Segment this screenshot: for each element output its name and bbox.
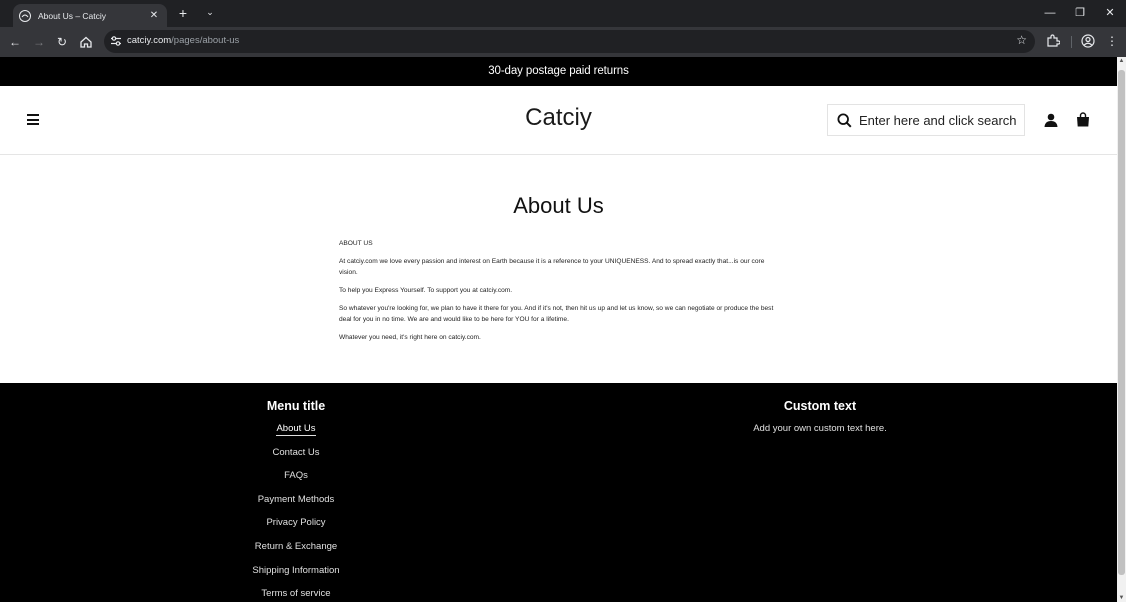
footer-custom-title: Custom text bbox=[783, 399, 857, 413]
site-favicon-icon bbox=[19, 9, 31, 22]
footer-menu-title: Menu title bbox=[266, 399, 326, 413]
tab-title: About Us – Catciy bbox=[38, 10, 107, 21]
footer-link-label: Contact Us bbox=[272, 446, 320, 458]
footer-link-label: About Us bbox=[276, 423, 316, 436]
footer-link-return-exchange[interactable]: Return & Exchange bbox=[196, 540, 396, 564]
page-viewport: 30-day postage paid returns Catciy About… bbox=[0, 57, 1117, 602]
toolbar-divider bbox=[1071, 36, 1072, 48]
browser-menu-kebab-icon[interactable]: ⋮ bbox=[1105, 34, 1119, 48]
shopping-bag-icon[interactable] bbox=[1076, 112, 1090, 127]
url-text: catciy.com/pages/about-us bbox=[127, 35, 239, 46]
reload-icon[interactable]: ↻ bbox=[55, 35, 69, 49]
search-icon[interactable] bbox=[837, 113, 852, 128]
footer-link-terms-of-service[interactable]: Terms of service bbox=[196, 587, 396, 602]
footer-link-label: Terms of service bbox=[261, 588, 331, 600]
url-path: /pages/about-us bbox=[171, 35, 240, 46]
footer-link-privacy-policy[interactable]: Privacy Policy bbox=[196, 516, 396, 540]
about-paragraph: To help you Express Yourself. To support… bbox=[339, 287, 513, 294]
back-arrow-icon[interactable]: ← bbox=[8, 35, 22, 49]
account-user-icon[interactable] bbox=[1044, 113, 1058, 127]
footer-link-shipping-information[interactable]: Shipping Information bbox=[196, 564, 396, 588]
footer-custom-text: Custom text Add your own custom text her… bbox=[720, 398, 920, 436]
footer-link-faqs[interactable]: FAQs bbox=[196, 469, 396, 493]
footer-link-about-us[interactable]: About Us bbox=[196, 422, 396, 446]
close-window-icon[interactable]: ✕ bbox=[1103, 6, 1117, 20]
footer-link-contact-us[interactable]: Contact Us bbox=[196, 446, 396, 470]
tab-list-chevron-icon[interactable]: ⌄ bbox=[204, 7, 216, 18]
main-content: About Us ABOUT US At catciy.com we love … bbox=[0, 155, 1117, 383]
footer-link-label: FAQs bbox=[284, 470, 308, 482]
about-paragraph: So whatever you're looking for, we plan … bbox=[339, 305, 774, 323]
about-paragraph: At catciy.com we love every passion and … bbox=[339, 258, 765, 276]
site-header: Catciy bbox=[0, 86, 1117, 155]
forward-arrow-icon[interactable]: → bbox=[32, 35, 46, 49]
url-domain: catciy.com bbox=[127, 35, 172, 46]
site-settings-icon[interactable] bbox=[110, 35, 122, 47]
about-text: ABOUT US At catciy.com we love every pas… bbox=[339, 238, 779, 350]
search-box bbox=[827, 104, 1025, 136]
page-scrollbar[interactable]: ▲ ▼ bbox=[1117, 57, 1126, 602]
footer-link-label: Payment Methods bbox=[257, 493, 335, 505]
footer-custom-body: Add your own custom text here. bbox=[753, 423, 887, 434]
address-bar[interactable]: catciy.com/pages/about-us ☆ bbox=[104, 30, 1035, 53]
bookmark-star-icon[interactable]: ☆ bbox=[1016, 33, 1027, 47]
footer-link-label: Return & Exchange bbox=[254, 540, 338, 552]
profile-avatar-icon[interactable] bbox=[1081, 34, 1095, 48]
browser-toolbar: ← → ↻ catciy.com/pages/about-us ☆ ⋮ bbox=[0, 27, 1126, 57]
footer-link-label: Shipping Information bbox=[252, 564, 340, 576]
about-paragraph: ABOUT US bbox=[339, 240, 373, 247]
extensions-puzzle-icon[interactable] bbox=[1046, 34, 1060, 48]
page-title: About Us bbox=[513, 193, 604, 218]
browser-tab-strip: About Us – Catciy ✕ + ⌄ — ❐ ✕ bbox=[0, 0, 1126, 27]
footer-link-payment-methods[interactable]: Payment Methods bbox=[196, 493, 396, 517]
restore-icon[interactable]: ❐ bbox=[1073, 6, 1087, 20]
search-input[interactable] bbox=[859, 111, 1019, 130]
site-footer: Menu title About Us Contact Us FAQs Paym… bbox=[0, 383, 1117, 602]
about-paragraph: Whatever you need, it's right here on ca… bbox=[339, 334, 481, 341]
browser-tab[interactable]: About Us – Catciy ✕ bbox=[13, 4, 167, 27]
scroll-down-arrow-icon[interactable]: ▼ bbox=[1118, 595, 1125, 601]
minimize-icon[interactable]: — bbox=[1043, 6, 1057, 20]
scroll-up-arrow-icon[interactable]: ▲ bbox=[1118, 58, 1125, 64]
tab-close-icon[interactable]: ✕ bbox=[147, 9, 161, 23]
announcement-bar: 30-day postage paid returns bbox=[0, 57, 1117, 86]
home-icon[interactable] bbox=[79, 35, 93, 49]
footer-link-label: Privacy Policy bbox=[266, 517, 326, 529]
footer-menu: Menu title About Us Contact Us FAQs Paym… bbox=[196, 398, 396, 602]
scrollbar-thumb[interactable] bbox=[1118, 70, 1125, 575]
new-tab-icon[interactable]: + bbox=[176, 6, 190, 20]
